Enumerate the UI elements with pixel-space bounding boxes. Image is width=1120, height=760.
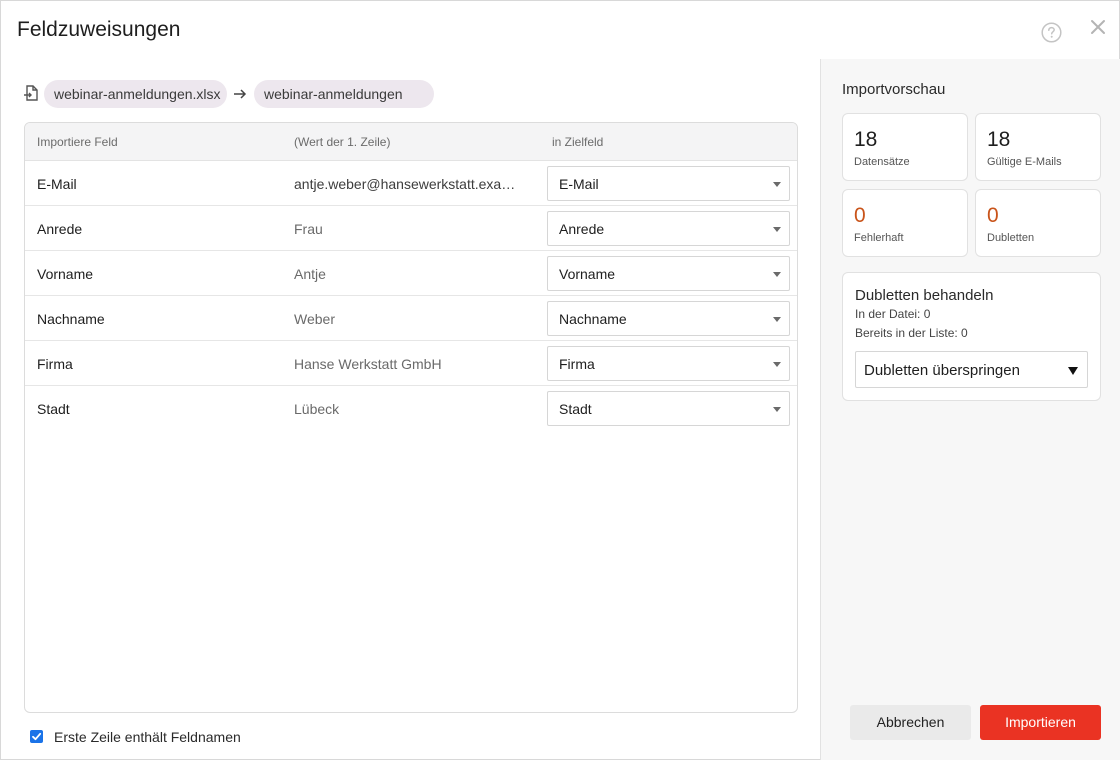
stat-value: 18 bbox=[854, 128, 878, 151]
import-field-name: Anrede bbox=[37, 221, 83, 237]
target-field-select[interactable]: Stadt bbox=[547, 391, 790, 426]
chevron-down-icon bbox=[773, 407, 781, 412]
table-row: E-Mail antje.weber@hansewerkstatt.exampl… bbox=[25, 161, 797, 206]
first-row-value: Hanse Werkstatt GmbH bbox=[294, 356, 442, 372]
import-field-name: Vorname bbox=[37, 266, 94, 282]
header-first-row-value: (Wert der 1. Zeile) bbox=[294, 135, 391, 149]
import-dialog: Feldzuweisungen webinar-anmeldungen.xlsx… bbox=[0, 0, 1120, 760]
table-row: Stadt Lübeck Stadt bbox=[25, 386, 797, 431]
field-mapping-table: Importiere Feld (Wert der 1. Zeile) in Z… bbox=[24, 122, 798, 713]
first-row-value: Antje bbox=[294, 266, 326, 282]
file-import-icon bbox=[24, 85, 38, 101]
first-row-header-label[interactable]: Erste Zeile enthält Feldnamen bbox=[54, 729, 241, 745]
first-row-value: Weber bbox=[294, 311, 335, 327]
chevron-down-icon bbox=[773, 182, 781, 187]
stat-label: Fehlerhaft bbox=[854, 232, 904, 244]
first-row-header-checkbox[interactable] bbox=[30, 730, 43, 743]
target-field-value: Vorname bbox=[559, 266, 616, 282]
stat-card-records: 18 Datensätze bbox=[842, 113, 968, 181]
target-field-select[interactable]: Vorname bbox=[547, 256, 790, 291]
stat-label: Datensätze bbox=[854, 156, 910, 168]
stat-card-duplicates: 0 Dubletten bbox=[975, 189, 1101, 257]
target-field-value: Firma bbox=[559, 356, 595, 372]
target-field-value: Stadt bbox=[559, 401, 592, 417]
help-icon[interactable] bbox=[1041, 22, 1062, 43]
arrow-right-icon bbox=[234, 89, 247, 99]
duplicates-title: Dubletten behandeln bbox=[855, 287, 994, 304]
target-field-select[interactable]: Nachname bbox=[547, 301, 790, 336]
table-row: Anrede Frau Anrede bbox=[25, 206, 797, 251]
stat-card-errors: 0 Fehlerhaft bbox=[842, 189, 968, 257]
stat-label: Dubletten bbox=[987, 232, 1035, 244]
target-field-value: Anrede bbox=[559, 221, 605, 237]
import-field-name: E-Mail bbox=[37, 176, 77, 192]
checkmark-icon bbox=[32, 732, 42, 741]
duplicates-in-list: Bereits in der Liste: 0 bbox=[855, 326, 968, 340]
header-target-field: in Zielfeld bbox=[552, 135, 604, 149]
duplicates-handling-select[interactable]: Dubletten überspringen bbox=[855, 351, 1088, 388]
table-header: Importiere Feld (Wert der 1. Zeile) in Z… bbox=[25, 123, 797, 161]
stat-label: Gültige E-Mails bbox=[987, 156, 1062, 168]
first-row-value: antje.weber@hansewerkstatt.example.de bbox=[294, 176, 526, 192]
table-row: Vorname Antje Vorname bbox=[25, 251, 797, 296]
target-field-select[interactable]: Anrede bbox=[547, 211, 790, 246]
duplicates-box: Dubletten behandeln In der Datei: 0 Bere… bbox=[842, 272, 1101, 401]
stat-value: 0 bbox=[854, 204, 866, 227]
first-row-value: Lübeck bbox=[294, 401, 340, 417]
import-field-name: Nachname bbox=[37, 311, 105, 327]
duplicates-in-file: In der Datei: 0 bbox=[855, 307, 931, 321]
cancel-button[interactable]: Abbrechen bbox=[850, 705, 971, 740]
chevron-down-icon bbox=[773, 362, 781, 367]
target-field-select[interactable]: Firma bbox=[547, 346, 790, 381]
chevron-down-icon bbox=[773, 227, 781, 232]
close-icon[interactable] bbox=[1088, 17, 1108, 37]
import-button[interactable]: Importieren bbox=[980, 705, 1101, 740]
target-field-value: E-Mail bbox=[559, 176, 599, 192]
dialog-title: Feldzuweisungen bbox=[17, 18, 181, 41]
import-preview-panel: Importvorschau 18 Datensätze 18 Gültige … bbox=[820, 59, 1120, 760]
caret-down-icon bbox=[1068, 367, 1078, 375]
preview-title: Importvorschau bbox=[842, 81, 946, 98]
stat-value: 0 bbox=[987, 204, 999, 227]
duplicates-handling-value: Dubletten überspringen bbox=[864, 362, 1020, 379]
chevron-down-icon bbox=[773, 272, 781, 277]
source-file-chip: webinar-anmeldungen.xlsx bbox=[44, 80, 227, 108]
target-list-chip: webinar-anmeldungen bbox=[254, 80, 434, 108]
stat-value: 18 bbox=[987, 128, 1011, 151]
table-row: Nachname Weber Nachname bbox=[25, 296, 797, 341]
target-field-select[interactable]: E-Mail bbox=[547, 166, 790, 201]
first-row-value: Frau bbox=[294, 221, 323, 237]
import-field-name: Stadt bbox=[37, 401, 70, 417]
mapping-panel: webinar-anmeldungen.xlsx webinar-anmeldu… bbox=[1, 59, 820, 760]
import-field-name: Firma bbox=[37, 356, 73, 372]
stat-card-valid-emails: 18 Gültige E-Mails bbox=[975, 113, 1101, 181]
target-field-value: Nachname bbox=[559, 311, 627, 327]
chevron-down-icon bbox=[773, 317, 781, 322]
header-import-field: Importiere Feld bbox=[37, 135, 118, 149]
table-row: Firma Hanse Werkstatt GmbH Firma bbox=[25, 341, 797, 386]
